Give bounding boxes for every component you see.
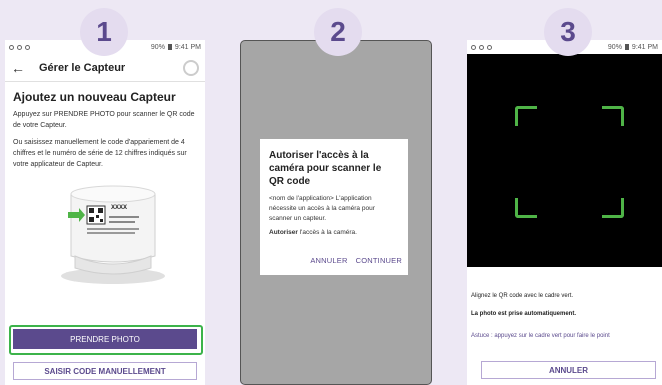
dialog-body: <nom de l'application> L'application néc…	[269, 195, 375, 222]
screen-camera-permission: Autoriser l'accès à la caméra pour scann…	[240, 40, 432, 385]
help-icon[interactable]	[183, 59, 199, 76]
battery-percent: 90%	[607, 43, 622, 51]
permission-dialog: Autoriser l'accès à la caméra pour scann…	[260, 139, 408, 275]
section-heading: Ajoutez un nouveau Capteur	[13, 90, 176, 104]
page-title: Gérer le Capteur	[39, 61, 126, 74]
focus-hint: Astuce : appuyez sur le cadre vert pour …	[471, 333, 610, 339]
dialog-cancel-button[interactable]: ANNULER	[310, 256, 347, 265]
step-badge-1: 1	[80, 8, 128, 56]
camera-viewfinder[interactable]	[467, 54, 662, 267]
frame-corner-top-right	[602, 106, 624, 126]
notification-icon	[471, 44, 476, 50]
notification-icon	[9, 44, 14, 50]
sensor-code-label: XXXX	[111, 205, 128, 211]
sensor-applicator-image: XXXX	[13, 176, 197, 286]
status-time: 9:41 PM	[174, 43, 201, 51]
status-time: 9:41 PM	[631, 43, 658, 51]
sync-icon	[17, 44, 22, 50]
dialog-authorize-text: Autoriser l'accès à la caméra.	[269, 229, 399, 236]
status-icons-left	[9, 44, 30, 50]
screen-manage-sensor: 90% 9:41 PM ← Gérer le Capteur Ajoutez u…	[5, 40, 205, 385]
app-bar: ← Gérer le Capteur	[5, 54, 205, 82]
dialog-continue-button[interactable]: CONTINUER	[356, 256, 402, 265]
frame-corner-bottom-left	[515, 198, 537, 218]
battery-percent: 90%	[150, 43, 165, 51]
instruction-text: Appuyez sur PRENDRE PHOTO pour scanner l…	[13, 111, 195, 129]
battery-icon	[167, 44, 172, 50]
take-photo-button[interactable]: PRENDRE PHOTO	[13, 329, 197, 349]
sync-icon	[479, 44, 484, 50]
authorize-bold: Autoriser	[269, 229, 298, 236]
align-instruction: Alignez le QR code avec le cadre vert.	[471, 293, 574, 299]
back-arrow-icon[interactable]: ←	[11, 60, 31, 76]
step-badge-3: 3	[544, 8, 592, 56]
auto-capture-instruction: La photo est prise automatiquement.	[471, 311, 577, 317]
dialog-title: Autoriser l'accès à la caméra pour scann…	[269, 150, 382, 187]
alarm-icon	[487, 44, 492, 50]
sensor-illustration	[61, 185, 165, 284]
status-icons-left	[471, 44, 492, 50]
scan-cancel-button[interactable]: ANNULER	[481, 361, 656, 379]
step-badge-2: 2	[314, 8, 362, 56]
battery-icon	[624, 44, 629, 50]
manual-instruction-text: Ou saisissez manuellement le code d'appa…	[13, 139, 187, 168]
enter-code-manually-button[interactable]: SAISIR CODE MANUELLEMENT	[13, 362, 197, 380]
frame-corner-top-left	[515, 106, 537, 126]
authorize-rest: l'accès à la caméra.	[297, 229, 357, 236]
screen-qr-scan: 90% 9:41 PM Alignez le QR code avec le c…	[467, 40, 662, 385]
frame-corner-bottom-right	[602, 198, 624, 218]
alarm-icon	[25, 44, 30, 50]
